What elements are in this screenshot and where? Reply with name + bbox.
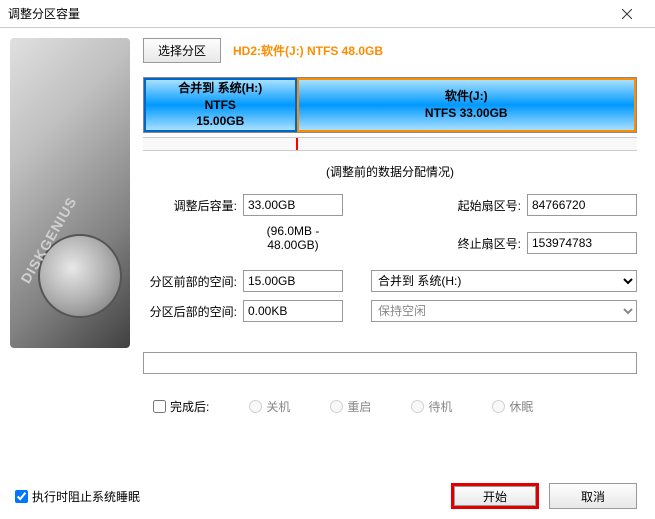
radio-hibernate: 休眠	[492, 398, 533, 415]
keep-free-select[interactable]: 保持空闲	[371, 300, 637, 322]
space-before-label: 分区前部的空间:	[143, 273, 237, 290]
main-panel: 选择分区 HD2:软件(J:) NTFS 48.0GB 合并到 系统(H:) N…	[135, 28, 655, 519]
select-partition-button[interactable]: 选择分区	[143, 38, 221, 63]
prevent-sleep-label: 执行时阻止系统睡眠	[32, 488, 140, 505]
partition-segment-main[interactable]: 软件(J:) NTFS 33.00GB	[297, 78, 636, 132]
space-before-input[interactable]	[243, 270, 343, 292]
space-after-input[interactable]	[243, 300, 343, 322]
part2-name: 软件(J:)	[445, 88, 488, 105]
end-sector-input[interactable]	[527, 232, 637, 254]
prevent-sleep-checkbox[interactable]: 执行时阻止系统睡眠	[15, 488, 140, 505]
disk-info-label: HD2:软件(J:) NTFS 48.0GB	[233, 42, 383, 59]
space-after-label: 分区后部的空间:	[143, 303, 237, 320]
partition-segment-merge[interactable]: 合并到 系统(H:) NTFS 15.00GB	[144, 78, 297, 132]
usage-bar	[143, 137, 637, 151]
size-after-input[interactable]	[243, 194, 343, 216]
partition-bar[interactable]: 合并到 系统(H:) NTFS 15.00GB 软件(J:) NTFS 33.0…	[143, 77, 637, 133]
after-complete-checkbox[interactable]: 完成后:	[153, 398, 209, 415]
window-title: 调整分区容量	[8, 5, 607, 22]
start-button[interactable]: 开始	[454, 486, 536, 506]
after-complete-label: 完成后:	[170, 398, 209, 415]
hdd-illustration	[10, 38, 130, 348]
start-sector-input[interactable]	[527, 194, 637, 216]
title-bar: 调整分区容量	[0, 0, 655, 28]
radio-restart: 重启	[330, 398, 371, 415]
cancel-button[interactable]: 取消	[549, 483, 637, 509]
end-sector-label: 终止扇区号:	[451, 235, 521, 252]
progress-bar	[143, 352, 637, 374]
part2-size: NTFS 33.00GB	[425, 105, 508, 122]
start-sector-label: 起始扇区号:	[451, 197, 521, 214]
caption-label: (调整前的数据分配情况)	[143, 163, 637, 180]
part1-fs: NTFS	[205, 97, 236, 114]
start-button-highlight: 开始	[451, 483, 539, 509]
merge-to-select[interactable]: 合并到 系统(H:)	[371, 270, 637, 292]
radio-shutdown: 关机	[249, 398, 290, 415]
after-complete-checkbox-input[interactable]	[153, 400, 166, 413]
part1-size: 15.00GB	[196, 113, 244, 130]
close-button[interactable]	[607, 0, 647, 27]
close-icon	[622, 9, 632, 19]
radio-standby: 待机	[411, 398, 452, 415]
sidebar	[0, 28, 135, 519]
part1-name: 合并到 系统(H:)	[178, 80, 262, 97]
range-hint: (96.0MB - 48.00GB)	[243, 224, 343, 252]
size-after-label: 调整后容量:	[143, 197, 237, 214]
prevent-sleep-checkbox-input[interactable]	[15, 490, 28, 503]
